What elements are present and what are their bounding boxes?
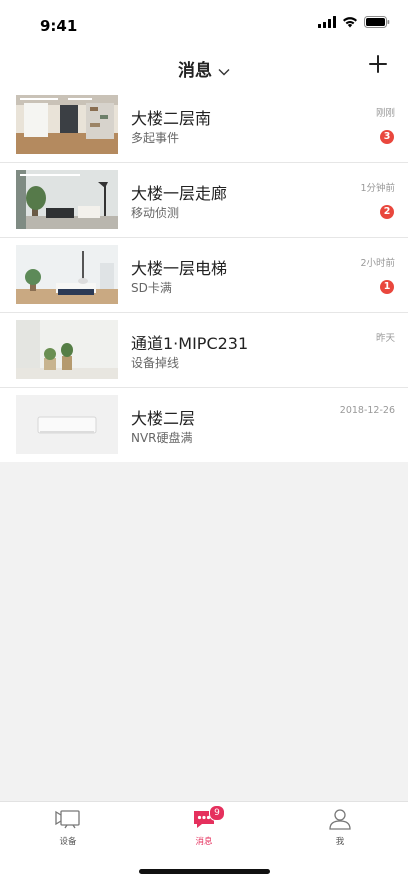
message-time: 2小时前 <box>360 258 395 269</box>
message-subtitle: 多起事件 <box>131 131 180 145</box>
message-title: 大楼二层南 <box>131 109 212 128</box>
tab-messages[interactable]: 9 消息 <box>164 805 244 847</box>
status-time: 9:41 <box>40 17 78 35</box>
unread-badge: 3 <box>380 130 394 144</box>
tab-label: 我 <box>335 837 345 847</box>
nav-title-dropdown[interactable]: 消息 <box>0 56 408 81</box>
message-title: 大楼一层走廊 <box>131 184 228 203</box>
nvr-device-thumbnail <box>16 395 118 454</box>
message-subtitle: SD卡满 <box>131 281 172 295</box>
battery-icon <box>364 16 390 28</box>
message-row[interactable]: 大楼一层电梯 SD卡满 2小时前 1 <box>0 238 408 313</box>
message-list: 大楼二层南 多起事件 刚刚 3 大楼一层走廊 移动侦测 1分钟前 2 大楼一层电… <box>0 88 408 463</box>
message-time: 1分钟前 <box>360 183 395 194</box>
unread-badge: 2 <box>380 205 394 219</box>
tab-bar: 设备 9 消息 我 <box>0 801 408 884</box>
message-row[interactable]: 大楼二层南 多起事件 刚刚 3 <box>0 88 408 163</box>
tab-label: 消息 <box>195 837 213 847</box>
status-bar: 9:41 <box>0 0 408 44</box>
message-title: 大楼一层电梯 <box>131 259 228 278</box>
page-title: 消息 <box>178 61 212 81</box>
person-icon <box>329 809 351 830</box>
chevron-down-icon <box>218 61 230 81</box>
wifi-icon <box>343 17 357 28</box>
camera-icon <box>55 810 80 829</box>
message-time: 昨天 <box>375 333 395 344</box>
tab-me[interactable]: 我 <box>300 808 380 847</box>
hallway-camera-thumbnail <box>16 170 118 229</box>
room-camera-thumbnail <box>16 95 118 154</box>
message-time: 2018-12-26 <box>339 405 395 416</box>
message-title: 大楼二层 <box>131 409 196 428</box>
message-row[interactable]: 大楼一层走廊 移动侦测 1分钟前 2 <box>0 163 408 238</box>
message-row[interactable]: 通道1·MIPC231 设备掉线 昨天 <box>0 313 408 388</box>
tab-label: 设备 <box>59 837 77 847</box>
home-indicator <box>139 869 270 874</box>
message-subtitle: NVR硬盘满 <box>131 431 193 445</box>
wall-plant-thumbnail <box>16 320 118 379</box>
message-time: 刚刚 <box>375 108 395 119</box>
message-title: 通道1·MIPC231 <box>131 334 249 353</box>
plus-icon <box>369 55 387 73</box>
add-button[interactable] <box>368 54 388 74</box>
empty-background <box>0 462 408 801</box>
message-subtitle: 移动侦测 <box>131 206 180 220</box>
tab-badge: 9 <box>209 805 225 821</box>
bedroom-camera-thumbnail <box>16 245 118 304</box>
tab-devices[interactable]: 设备 <box>28 808 108 847</box>
signal-icon <box>318 16 336 28</box>
message-subtitle: 设备掉线 <box>131 356 180 370</box>
nav-bar: 消息 <box>0 44 408 90</box>
message-row[interactable]: 大楼二层 NVR硬盘满 2018-12-26 <box>0 388 408 463</box>
status-icons <box>318 16 390 28</box>
unread-badge: 1 <box>380 280 394 294</box>
